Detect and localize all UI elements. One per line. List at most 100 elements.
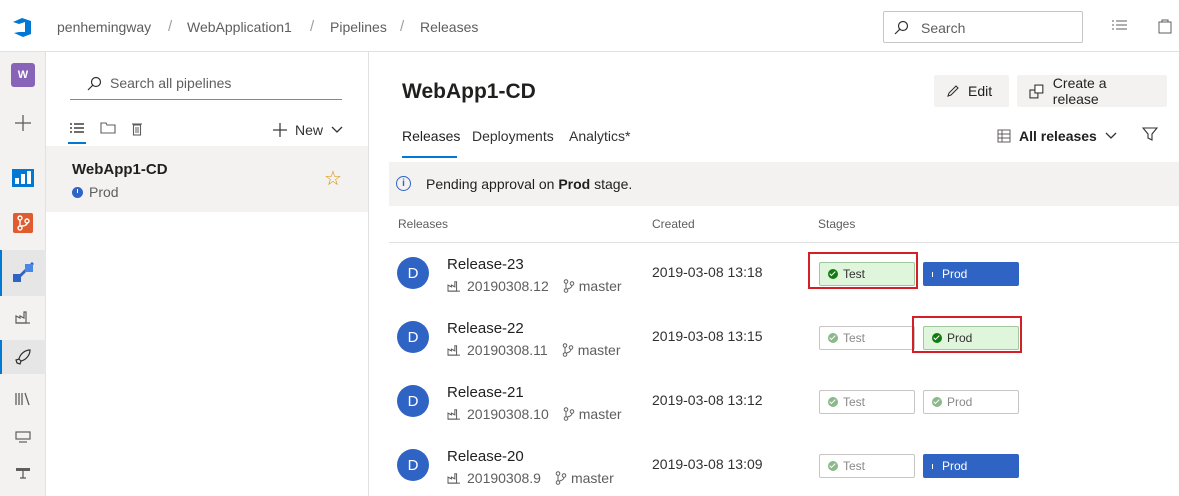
search-icon: [87, 76, 102, 91]
stage-prod-badge[interactable]: Prod: [923, 390, 1019, 414]
search-input[interactable]: Search: [883, 11, 1083, 43]
tab-releases[interactable]: Releases: [402, 128, 460, 144]
search-placeholder: Search: [921, 20, 966, 36]
created-timestamp: 2019-03-08 13:15: [652, 328, 763, 344]
new-pipeline-button[interactable]: New: [273, 122, 343, 138]
breadcrumb-org[interactable]: penhemingway: [57, 19, 151, 35]
column-header-stages[interactable]: Stages: [818, 217, 855, 231]
column-header-releases[interactable]: Releases: [398, 217, 448, 231]
boards-icon: [12, 169, 34, 187]
rocket-icon: [15, 349, 31, 365]
pending-clock-icon: [72, 186, 83, 198]
build-factory-icon: [447, 409, 460, 420]
avatar: D: [397, 449, 429, 481]
check-circle-icon: [828, 461, 838, 471]
check-circle-icon: [932, 397, 942, 407]
pending-approval-banner: i Pending approval on Prod stage.: [389, 162, 1179, 206]
annotation-highlight-box: [808, 252, 918, 289]
branch-icon: [562, 343, 574, 357]
stage-test-badge[interactable]: Test: [819, 326, 915, 350]
breadcrumb-pipelines[interactable]: Pipelines: [330, 19, 387, 35]
release-meta: 20190308.11 master: [447, 342, 621, 358]
stage-test-badge[interactable]: Test: [819, 390, 915, 414]
page-title: WebApp1-CD: [402, 80, 536, 103]
folder-view-icon[interactable]: [100, 122, 116, 134]
build-number: 20190308.11: [467, 342, 548, 358]
stage-label: Test: [843, 459, 866, 473]
library-icon: [15, 392, 30, 406]
chevron-down-icon: [331, 126, 343, 133]
pipeline-search-input[interactable]: Search all pipelines: [70, 70, 342, 100]
nav-boards[interactable]: [0, 160, 46, 194]
create-release-icon: [1029, 84, 1044, 99]
project-avatar: W: [11, 63, 35, 87]
pending-icon: [932, 463, 933, 469]
create-release-button[interactable]: Create a release: [1017, 75, 1167, 107]
project-avatar-button[interactable]: W: [0, 60, 46, 90]
chevron-down-icon: [1105, 132, 1117, 139]
release-meta: 20190308.9 master: [447, 470, 614, 486]
stage-prod-badge[interactable]: Prod: [923, 262, 1019, 286]
release-pipeline-main: WebApp1-CD Edit Create a release Release…: [369, 52, 1179, 496]
column-header-created[interactable]: Created: [652, 217, 695, 231]
avatar: D: [397, 257, 429, 289]
release-row[interactable]: D Release-23 20190308.12 master 2019-03-08 1…: [389, 242, 1179, 306]
check-circle-icon: [828, 397, 838, 407]
info-icon: i: [396, 176, 411, 191]
release-name-link[interactable]: Release-20: [447, 448, 524, 465]
pipeline-list-item[interactable]: WebApp1-CD Prod ☆: [46, 146, 368, 212]
nav-pipelines[interactable]: [0, 250, 46, 296]
branch-name: master: [570, 470, 614, 486]
nav-task-groups[interactable]: [0, 424, 46, 450]
list-view-icon[interactable]: [70, 122, 84, 134]
all-releases-label: All releases: [1019, 128, 1097, 144]
release-name-link[interactable]: Release-23: [447, 256, 524, 273]
all-releases-dropdown[interactable]: All releases: [997, 128, 1117, 144]
nav-rail: W: [0, 52, 46, 496]
stage-prod-badge[interactable]: Prod: [923, 454, 1019, 478]
breadcrumb-project[interactable]: WebApplication1: [187, 19, 292, 35]
add-button[interactable]: [0, 108, 46, 138]
release-meta: 20190308.12 master: [447, 278, 622, 294]
nav-library[interactable]: [0, 386, 46, 412]
stage-test-badge[interactable]: Test: [819, 454, 915, 478]
nav-deployment-groups[interactable]: [0, 460, 46, 486]
top-bar: penhemingway / WebApplication1 / Pipelin…: [0, 0, 1179, 52]
created-timestamp: 2019-03-08 13:12: [652, 392, 763, 408]
nav-repos[interactable]: [0, 206, 46, 240]
shopping-bag-icon[interactable]: [1158, 18, 1172, 34]
branch-name: master: [578, 278, 622, 294]
build-number: 20190308.10: [467, 406, 549, 422]
stage-label: Prod: [947, 395, 973, 409]
filter-icon[interactable]: [1142, 126, 1158, 142]
pipeline-name: WebApp1-CD: [72, 161, 168, 178]
list-settings-icon[interactable]: [1111, 18, 1129, 34]
release-row[interactable]: D Release-21 20190308.10 master 2019-03-08 1…: [389, 370, 1179, 434]
breadcrumb-releases[interactable]: Releases: [420, 19, 478, 35]
favorite-star-icon[interactable]: ☆: [324, 166, 342, 191]
build-number: 20190308.9: [467, 470, 541, 486]
repos-icon: [13, 213, 33, 233]
release-name-link[interactable]: Release-21: [447, 384, 524, 401]
nav-builds[interactable]: [0, 304, 46, 330]
trash-icon[interactable]: [131, 122, 143, 136]
release-name-link[interactable]: Release-22: [447, 320, 524, 337]
banner-message: Pending approval on Prod stage.: [426, 176, 633, 192]
stage-label: Prod: [942, 459, 968, 473]
release-row[interactable]: D Release-20 20190308.9 master 2019-03-08 13…: [389, 434, 1179, 496]
search-icon: [894, 20, 909, 35]
new-pipeline-label: New: [295, 122, 324, 138]
edit-button[interactable]: Edit: [934, 75, 1009, 107]
azure-devops-logo-icon[interactable]: [10, 15, 34, 39]
branch-icon: [563, 407, 575, 421]
pipeline-search-placeholder: Search all pipelines: [110, 75, 232, 91]
tab-analytics[interactable]: Analytics*: [569, 128, 630, 144]
breadcrumb-separator: /: [168, 18, 173, 35]
annotation-highlight-box: [912, 316, 1022, 353]
created-timestamp: 2019-03-08 13:09: [652, 456, 763, 472]
nav-releases[interactable]: [0, 340, 46, 374]
tab-deployments[interactable]: Deployments: [472, 128, 554, 144]
edit-label: Edit: [968, 83, 993, 99]
pipeline-stage-label: Prod: [89, 184, 119, 200]
release-row[interactable]: D Release-22 20190308.11 master 2019-03-08 1…: [389, 306, 1179, 370]
